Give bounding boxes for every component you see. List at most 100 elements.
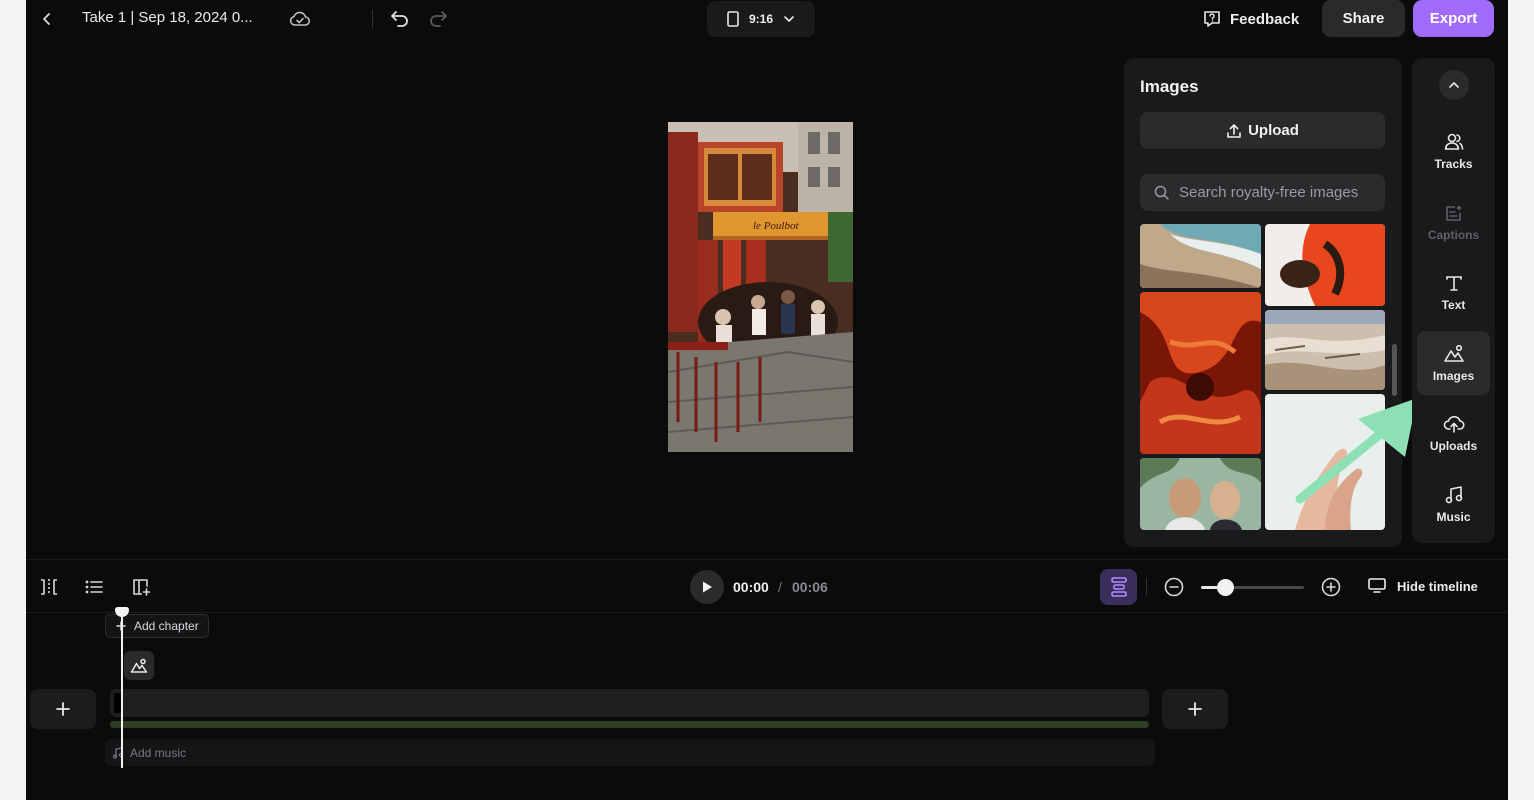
audio-waveform-bar[interactable] (110, 721, 1149, 728)
split-icon (41, 579, 57, 595)
toolbar-divider (1146, 578, 1147, 596)
add-music-track[interactable]: Add music (105, 739, 1155, 766)
thumbnail-orange-dress (1265, 224, 1385, 306)
monitor-icon (1368, 578, 1386, 593)
thumbnail-coast (1140, 224, 1261, 288)
toolbar-divider (372, 10, 373, 28)
rail-collapse-button[interactable] (1439, 70, 1469, 100)
rail-item-label: Tracks (1434, 156, 1473, 171)
rail-item-label: Music (1436, 509, 1471, 524)
image-search-box[interactable] (1140, 174, 1385, 211)
thumbnail-sand-dunes (1265, 310, 1385, 390)
cloud-upload-icon (1443, 415, 1465, 433)
search-icon (1154, 185, 1169, 200)
zoom-slider[interactable] (1201, 579, 1304, 596)
image-icon (1443, 344, 1464, 362)
video-preview-frame[interactable]: le Poulbot (668, 122, 853, 452)
users-icon (1444, 133, 1463, 150)
aspect-ratio-dropdown[interactable]: 9:16 (707, 1, 815, 37)
back-button[interactable] (33, 5, 61, 33)
split-button[interactable] (36, 574, 62, 600)
redo-button[interactable] (424, 4, 452, 32)
rail-item-label: Text (1441, 297, 1466, 312)
cloud-sync-button[interactable] (286, 5, 314, 33)
image-thumbnail[interactable] (1265, 224, 1385, 306)
image-search-input[interactable] (1179, 184, 1379, 201)
add-clip-before-button[interactable] (30, 689, 96, 729)
add-layout-button[interactable] (128, 574, 154, 600)
upload-button[interactable]: Upload (1140, 112, 1385, 149)
zoom-in-button[interactable] (1318, 574, 1344, 600)
rail-item-images[interactable]: Images (1417, 331, 1490, 395)
add-music-label: Add music (130, 745, 187, 760)
plus-circle-icon (1321, 577, 1341, 597)
list-icon (85, 580, 103, 594)
snap-toggle-button[interactable] (1100, 569, 1137, 605)
share-button[interactable]: Share (1322, 0, 1405, 37)
music-note-icon (1445, 485, 1462, 503)
upload-icon (1227, 123, 1241, 138)
hide-timeline-button[interactable]: Hide timeline (1367, 577, 1478, 595)
thumbnail-red-flower (1140, 292, 1261, 454)
plus-icon (1188, 702, 1202, 716)
zoom-slider-handle[interactable] (1217, 579, 1235, 596)
video-track[interactable] (110, 689, 1149, 717)
undo-button[interactable] (386, 4, 414, 32)
plus-icon (56, 702, 70, 716)
feedback-label: Feedback (1230, 10, 1300, 28)
time-separator: / (778, 579, 782, 595)
rail-item-uploads[interactable]: Uploads (1417, 401, 1490, 465)
image-thumbnail[interactable] (1140, 224, 1261, 288)
export-button[interactable]: Export (1413, 0, 1494, 37)
hide-timeline-label: Hide timeline (1397, 578, 1478, 594)
play-button[interactable] (690, 570, 724, 604)
preview-image-cafe-street: le Poulbot (668, 122, 853, 452)
svg-text:le Poulbot: le Poulbot (753, 220, 799, 232)
image-track-chip[interactable] (124, 651, 154, 680)
right-tool-rail: Tracks Captions Text Images Uploads Musi… (1412, 58, 1495, 543)
rail-item-captions[interactable]: Captions (1417, 190, 1490, 254)
feedback-button[interactable]: Feedback (1202, 4, 1299, 34)
total-duration: 00:06 (792, 579, 828, 595)
play-icon (703, 581, 712, 593)
add-clip-after-button[interactable] (1162, 689, 1228, 729)
rail-item-text[interactable]: Text (1417, 260, 1490, 324)
redo-icon (430, 11, 447, 27)
align-tracks-icon (1110, 577, 1127, 597)
project-title[interactable]: Take 1 | Sep 18, 2024 0... (82, 9, 253, 26)
image-thumbnail[interactable] (1140, 458, 1261, 530)
video-editor-app: Take 1 | Sep 18, 2024 0... 9:16 Feedback… (26, 0, 1508, 800)
add-chapter-label: Add chapter (134, 619, 199, 633)
minus-circle-icon (1164, 577, 1184, 597)
image-thumbnail[interactable] (1265, 310, 1385, 390)
rail-item-music[interactable]: Music (1417, 472, 1490, 536)
zoom-out-button[interactable] (1161, 574, 1187, 600)
rail-item-tracks[interactable]: Tracks (1417, 119, 1490, 183)
images-scrollbar[interactable] (1392, 344, 1397, 396)
images-panel-title: Images (1140, 77, 1199, 96)
chevron-up-icon (1449, 82, 1459, 88)
image-thumbnail[interactable] (1140, 292, 1261, 454)
chevron-down-icon (784, 16, 794, 22)
text-icon (1445, 275, 1462, 291)
phone-portrait-icon (727, 11, 739, 27)
captions-icon (1445, 204, 1462, 221)
annotation-arrow-icon (1295, 398, 1417, 504)
thumbnail-couple (1140, 458, 1261, 530)
timeline-toolbar: 00:00 / 00:06 Hide timeline (26, 559, 1508, 613)
current-time: 00:00 (733, 579, 769, 595)
top-bar: Take 1 | Sep 18, 2024 0... 9:16 Feedback… (26, 0, 1508, 38)
feedback-icon (1204, 11, 1220, 27)
undo-icon (391, 11, 408, 27)
aspect-ratio-value: 9:16 (748, 12, 774, 26)
rail-item-label: Captions (1427, 227, 1480, 242)
rail-item-label: Images (1432, 368, 1475, 383)
rail-item-label: Uploads (1429, 438, 1478, 453)
playhead-line[interactable] (121, 612, 123, 768)
layout-add-icon (133, 579, 151, 596)
cloud-check-icon (289, 11, 311, 26)
image-icon (130, 658, 148, 673)
list-view-button[interactable] (81, 574, 107, 600)
chevron-left-icon (43, 13, 50, 25)
upload-label: Upload (1248, 122, 1299, 139)
